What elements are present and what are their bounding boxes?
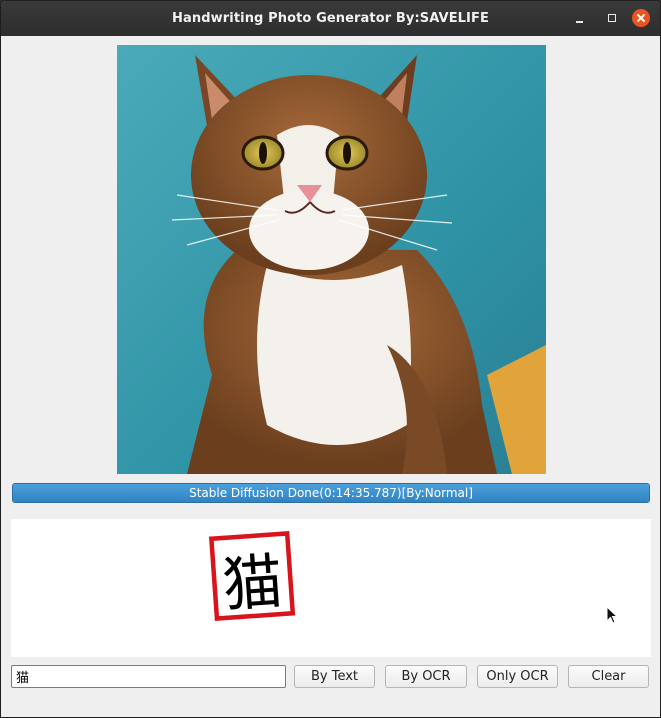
cat-image (117, 45, 546, 474)
title-bar[interactable]: Handwriting Photo Generator By:SAVELIFE (1, 1, 660, 36)
text-input[interactable] (11, 665, 286, 688)
by-ocr-button[interactable]: By OCR (385, 665, 467, 688)
by-text-button[interactable]: By Text (294, 665, 375, 688)
maximize-icon[interactable] (603, 9, 621, 27)
stamp-character: 猫 (220, 547, 285, 621)
clear-button[interactable]: Clear (568, 665, 649, 688)
minimize-icon[interactable] (570, 9, 588, 27)
handwriting-stamp: 猫 (208, 531, 296, 621)
only-ocr-button[interactable]: Only OCR (477, 665, 558, 688)
progress-status-text: Stable Diffusion Done(0:14:35.787)[By:No… (189, 486, 473, 500)
progress-bar: Stable Diffusion Done(0:14:35.787)[By:No… (12, 483, 650, 503)
close-icon[interactable] (632, 9, 650, 27)
handwriting-canvas[interactable]: 猫 (11, 519, 651, 657)
generated-photo (117, 45, 546, 474)
mouse-pointer-icon (606, 606, 619, 624)
app-window: Handwriting Photo Generator By:SAVELIFE (0, 0, 661, 718)
window-title: Handwriting Photo Generator By:SAVELIFE (172, 11, 489, 26)
